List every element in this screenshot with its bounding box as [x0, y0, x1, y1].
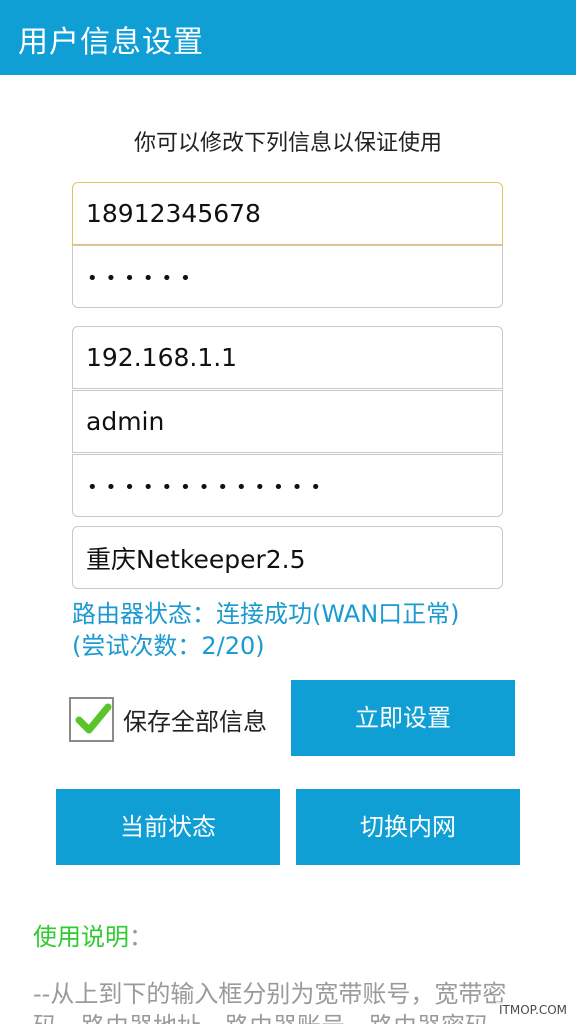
form-instructions: 你可以修改下列信息以保证使用	[133, 131, 442, 156]
broadband-account-field[interactable]	[72, 182, 503, 245]
router-address-input[interactable]	[73, 327, 502, 388]
set-now-button[interactable]: 立即设置	[291, 680, 515, 756]
save-all-checkbox[interactable]	[69, 697, 114, 742]
router-address-field[interactable]	[72, 326, 503, 389]
broadband-password-dots: ••••••	[87, 268, 199, 289]
usage-heading-colon: ：	[129, 923, 153, 951]
router-account-field[interactable]	[72, 390, 503, 453]
watermark: ITMOP.COM	[495, 1002, 570, 1018]
mode-select[interactable]	[72, 526, 503, 589]
usage-heading: 使用说明：	[33, 917, 153, 952]
router-status-text: 路由器状态：连接成功(WAN口正常)(尝试次数：2/20)	[72, 600, 460, 660]
checkmark-icon	[75, 703, 112, 734]
usage-heading-text: 使用说明	[33, 923, 129, 951]
save-all-label: 保存全部信息	[123, 708, 267, 736]
router-password-dots: •••••••••••••	[87, 477, 330, 498]
page-title: 用户信息设置	[18, 25, 204, 60]
broadband-account-input[interactable]	[73, 183, 502, 244]
current-status-button[interactable]: 当前状态	[56, 789, 280, 865]
mode-input[interactable]	[73, 527, 502, 588]
switch-lan-button[interactable]: 切换内网	[296, 789, 520, 865]
router-account-input[interactable]	[73, 391, 502, 452]
usage-description: --从上到下的输入框分别为宽带账号，宽带密码，路由器地址，路由器账号，路由器密码	[33, 980, 507, 1024]
app-header: 用户信息设置	[0, 0, 576, 75]
router-password-field[interactable]: •••••••••••••	[72, 454, 503, 517]
broadband-password-field[interactable]: ••••••	[72, 245, 503, 308]
